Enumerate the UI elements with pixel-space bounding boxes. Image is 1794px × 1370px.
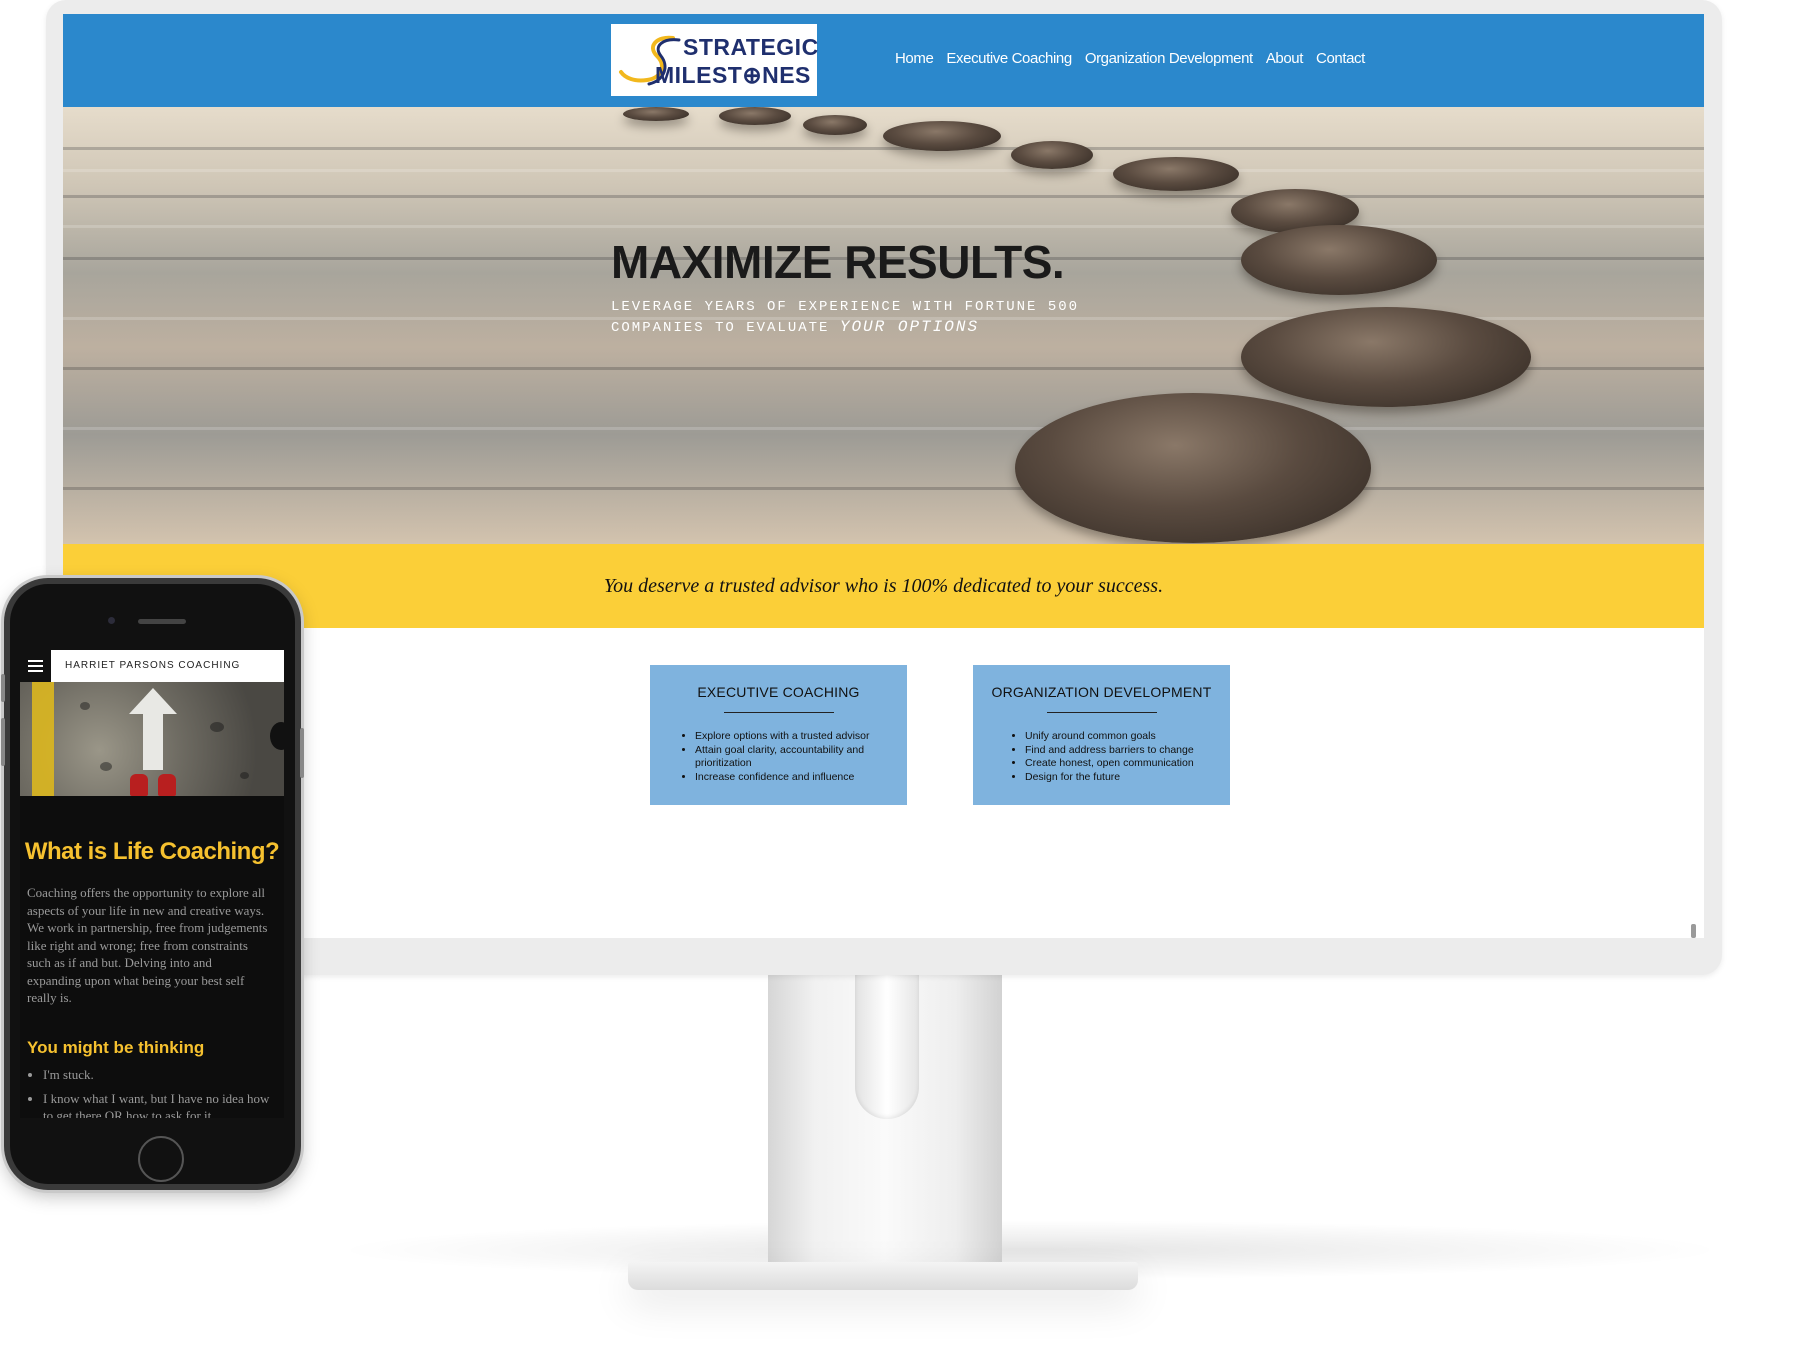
road-texture	[240, 772, 249, 779]
red-shoe	[130, 774, 148, 796]
road-texture	[100, 762, 112, 771]
monitor-stand-base	[628, 1262, 1138, 1290]
stepping-stone	[1241, 307, 1531, 407]
red-shoe	[158, 774, 176, 796]
hero-subtitle: LEVERAGE YEARS OF EXPERIENCE WITH FORTUN…	[611, 297, 1079, 338]
stepping-stone	[623, 107, 689, 121]
service-card-executive-coaching[interactable]: EXECUTIVE COACHING Explore options with …	[650, 665, 907, 805]
main-nav: Home Executive Coaching Organization Dev…	[895, 50, 1365, 67]
list-item: Attain goal clarity, accountability and …	[695, 744, 883, 771]
mobile-paragraph: Coaching offers the opportunity to explo…	[27, 885, 268, 1005]
water-ripple	[63, 427, 1704, 430]
mobile-screen: HARRIET PARSONS COACHING What is Life Co…	[20, 650, 284, 1118]
service-card-title: EXECUTIVE COACHING	[697, 684, 860, 700]
service-card-organization-development[interactable]: ORGANIZATION DEVELOPMENT Unify around co…	[973, 665, 1230, 805]
hero-banner: MAXIMIZE RESULTS. LEVERAGE YEARS OF EXPE…	[63, 107, 1704, 544]
menu-icon[interactable]	[20, 650, 51, 682]
stepping-stone	[1011, 141, 1093, 169]
stepping-stone	[1015, 393, 1371, 543]
list-item: Increase confidence and influence	[695, 771, 883, 785]
arrow-shaft	[143, 710, 163, 770]
phone-side-button	[1, 718, 5, 766]
desktop-screen: STRATEGIC MILEST⊕NES Home Executive Coac…	[63, 14, 1704, 938]
water-ripple	[63, 487, 1704, 490]
site-logo[interactable]: STRATEGIC MILEST⊕NES	[611, 24, 819, 96]
device-mockup-stage: STRATEGIC MILEST⊕NES Home Executive Coac…	[0, 0, 1794, 1370]
road-line	[32, 682, 54, 796]
water-ripple	[63, 225, 1704, 228]
list-item: I know what I want, but I have no idea h…	[43, 1090, 272, 1119]
service-list: Unify around common goals Find and addre…	[1013, 730, 1213, 784]
water-ripple	[63, 169, 1704, 172]
water-ripple	[63, 195, 1704, 198]
mobile-subheading: You might be thinking	[27, 1038, 205, 1057]
nav-organization-development[interactable]: Organization Development	[1085, 50, 1253, 67]
stepping-stone	[1113, 157, 1239, 191]
list-item: I'm stuck.	[43, 1066, 272, 1084]
list-item: Create honest, open communication	[1025, 757, 1213, 771]
divider	[724, 712, 834, 713]
tagline-band: You deserve a trusted advisor who is 100…	[63, 544, 1704, 628]
hero-subtitle-emphasis: YOUR OPTIONS	[839, 318, 980, 336]
hero-subtitle-line-2: COMPANIES TO EVALUATE YOUR OPTIONS	[611, 317, 1079, 338]
list-item: Explore options with a trusted advisor	[695, 730, 883, 744]
stepping-stone	[1241, 225, 1437, 295]
phone-side-button	[1, 674, 5, 702]
mobile-hero-image	[20, 682, 284, 796]
mobile-title: What is Life Coaching?	[24, 838, 280, 865]
stepping-stone	[719, 107, 791, 125]
logo-line-1: STRATEGIC	[683, 34, 819, 60]
scrollbar[interactable]	[1691, 924, 1696, 938]
nav-contact[interactable]: Contact	[1316, 50, 1365, 67]
road-texture	[270, 722, 284, 750]
list-item: Design for the future	[1025, 771, 1213, 785]
home-button[interactable]	[138, 1136, 184, 1182]
service-list: Explore options with a trusted advisor A…	[683, 730, 883, 784]
stepping-stone	[803, 115, 867, 135]
service-card-title: ORGANIZATION DEVELOPMENT	[991, 684, 1212, 700]
phone-side-button	[300, 728, 304, 778]
camera-icon	[108, 617, 115, 624]
speaker-grille	[138, 619, 186, 624]
water-ripple	[63, 147, 1704, 150]
divider	[1047, 712, 1157, 713]
site-header: STRATEGIC MILEST⊕NES Home Executive Coac…	[63, 14, 1704, 107]
list-item: Unify around common goals	[1025, 730, 1213, 744]
list-item: Find and address barriers to change	[1025, 744, 1213, 758]
mobile-brand[interactable]: HARRIET PARSONS COACHING	[65, 660, 240, 671]
logo-line-2: MILEST⊕NES	[655, 62, 811, 88]
road-texture	[80, 702, 90, 710]
nav-about[interactable]: About	[1266, 50, 1304, 67]
tagline-text: You deserve a trusted advisor who is 100…	[603, 574, 1164, 597]
road-texture	[210, 722, 224, 732]
mobile-header: HARRIET PARSONS COACHING	[20, 650, 284, 682]
stepping-stone	[883, 121, 1001, 151]
hero-title: MAXIMIZE RESULTS.	[611, 236, 1065, 288]
nav-home[interactable]: Home	[895, 50, 934, 67]
hero-subtitle-line-1: LEVERAGE YEARS OF EXPERIENCE WITH FORTUN…	[611, 299, 1080, 315]
mobile-list: I'm stuck. I know what I want, but I hav…	[27, 1066, 272, 1118]
nav-executive-coaching[interactable]: Executive Coaching	[946, 50, 1072, 67]
hero-subtitle-prefix: COMPANIES TO EVALUATE	[611, 320, 830, 336]
monitor-stand-slot	[855, 975, 919, 1119]
